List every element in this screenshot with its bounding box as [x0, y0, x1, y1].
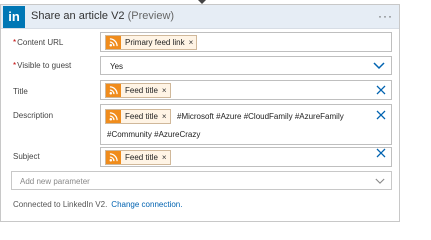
- visible-to-guest-label: *Visible to guest: [13, 61, 71, 70]
- dynamic-token[interactable]: Feed title ×: [105, 109, 171, 124]
- token-label: Feed title: [125, 86, 158, 95]
- description-text-line2: #Community #AzureCrazy: [107, 130, 201, 139]
- clear-description-close-icon[interactable]: [376, 110, 386, 120]
- connection-footer: Connected to LinkedIn V2. Change connecti…: [13, 200, 182, 209]
- change-connection-link[interactable]: Change connection.: [111, 200, 182, 209]
- action-card: in Share an article V2 (Preview) ··· *Co…: [0, 4, 400, 222]
- chevron-down-icon[interactable]: [373, 62, 385, 70]
- subject-field[interactable]: Feed title ×: [100, 147, 392, 167]
- title-label-text: Title: [13, 87, 28, 96]
- preview-label: (Preview): [127, 10, 175, 22]
- add-new-parameter-dropdown[interactable]: Add new parameter: [11, 171, 392, 190]
- close-icon[interactable]: ×: [162, 86, 167, 95]
- rss-icon: [106, 36, 121, 49]
- content-url-label: *Content URL: [13, 38, 63, 47]
- description-label-text: Description: [13, 111, 54, 120]
- description-label: Description: [13, 111, 53, 120]
- description-text-line1: #Microsoft #Azure #CloudFamily #AzureFam…: [177, 112, 344, 121]
- select-value: Yes: [110, 62, 124, 71]
- dynamic-token[interactable]: Feed title ×: [105, 83, 171, 98]
- subject-label-text: Subject: [13, 152, 40, 161]
- close-icon[interactable]: ×: [189, 38, 194, 47]
- token-label: Primary feed link: [125, 38, 185, 47]
- content-url-label-text: Content URL: [17, 38, 64, 47]
- dynamic-token[interactable]: Feed title ×: [105, 150, 171, 165]
- required-mark: *: [13, 38, 17, 47]
- clear-subject-close-icon[interactable]: [376, 148, 386, 158]
- card-header[interactable]: in Share an article V2 (Preview) ···: [1, 5, 399, 29]
- close-icon[interactable]: ×: [162, 112, 167, 121]
- title-label: Title: [13, 87, 28, 96]
- subject-label: Subject: [13, 152, 40, 161]
- rss-icon: [106, 151, 121, 164]
- visible-to-guest-select[interactable]: Yes: [100, 56, 392, 75]
- more-options-icon[interactable]: ···: [378, 9, 393, 23]
- clear-title-close-icon[interactable]: [376, 85, 386, 95]
- chevron-down-icon[interactable]: [375, 178, 385, 185]
- rss-icon: [106, 110, 121, 123]
- token-label: Feed title: [125, 112, 158, 121]
- dynamic-token[interactable]: Primary feed link ×: [105, 35, 198, 50]
- connected-text: Connected to LinkedIn V2.: [13, 200, 108, 209]
- content-url-field[interactable]: Primary feed link ×: [100, 32, 392, 52]
- linkedin-logo-icon: in: [3, 6, 25, 28]
- add-parameter-placeholder: Add new parameter: [20, 177, 90, 186]
- visible-to-guest-label-text: Visible to guest: [17, 61, 72, 70]
- token-label: Feed title: [125, 153, 158, 162]
- card-title: Share an article V2 (Preview): [31, 10, 174, 22]
- title-field[interactable]: Feed title ×: [100, 80, 392, 100]
- required-mark: *: [13, 61, 17, 70]
- action-name: Share an article V2: [31, 10, 125, 22]
- description-field[interactable]: Feed title × #Microsoft #Azure #CloudFam…: [100, 104, 392, 145]
- rss-icon: [106, 84, 121, 97]
- close-icon[interactable]: ×: [162, 153, 167, 162]
